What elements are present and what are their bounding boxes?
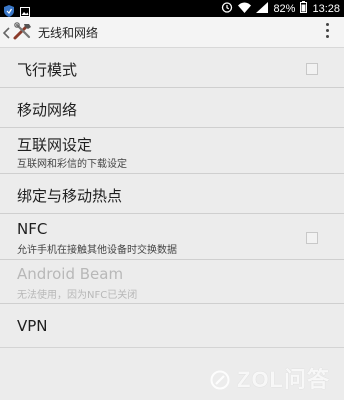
back-chevron-icon	[2, 24, 10, 43]
setting-airplane-mode[interactable]: 飞行模式	[0, 48, 344, 88]
watermark: ZOL问答	[210, 362, 330, 394]
signal-icon	[256, 1, 269, 16]
page-title: 无线和网络	[38, 26, 99, 40]
setting-label: Android Beam	[17, 265, 124, 283]
setting-label: VPN	[17, 317, 48, 335]
alarm-icon	[221, 1, 233, 16]
setting-vpn[interactable]: VPN	[0, 304, 344, 348]
setting-label: 移动网络	[17, 101, 78, 119]
overflow-menu-icon	[322, 23, 332, 38]
setting-android-beam: Android Beam 无法使用，因为NFC已关闭	[0, 260, 344, 304]
status-bar: 82% 13:28	[0, 0, 344, 17]
nfc-checkbox[interactable]	[306, 232, 318, 244]
setting-tethering[interactable]: 绑定与移动热点	[0, 174, 344, 214]
status-bar-system: 82% 13:28	[221, 1, 340, 16]
zol-logo-icon	[210, 367, 237, 392]
setting-nfc[interactable]: NFC 允许手机在接触其他设备时交换数据	[0, 214, 344, 260]
overflow-menu-button[interactable]	[322, 23, 332, 43]
action-bar: 无线和网络	[0, 17, 344, 48]
back-button[interactable]	[2, 21, 41, 45]
tools-icon	[12, 21, 34, 45]
settings-list: 飞行模式 移动网络 互联网设定 互联网和彩信的下载设定 绑定与移动热点 NFC …	[0, 48, 344, 348]
airplane-mode-checkbox[interactable]	[306, 63, 318, 75]
setting-label: 绑定与移动热点	[17, 187, 123, 205]
setting-label: 飞行模式	[17, 61, 78, 79]
watermark-text: ZOL问答	[237, 367, 330, 392]
clock: 13:28	[312, 2, 340, 15]
wifi-icon	[238, 2, 252, 16]
setting-label: NFC	[17, 220, 48, 238]
setting-summary: 允许手机在接触其他设备时交换数据	[17, 245, 177, 256]
battery-percentage: 82%	[273, 2, 296, 15]
setting-label: 互联网设定	[17, 136, 93, 154]
setting-summary: 无法使用，因为NFC已关闭	[17, 290, 138, 301]
setting-mobile-network[interactable]: 移动网络	[0, 88, 344, 128]
setting-summary: 互联网和彩信的下载设定	[17, 159, 127, 170]
setting-internet[interactable]: 互联网设定 互联网和彩信的下载设定	[0, 128, 344, 174]
battery-icon	[300, 1, 308, 16]
